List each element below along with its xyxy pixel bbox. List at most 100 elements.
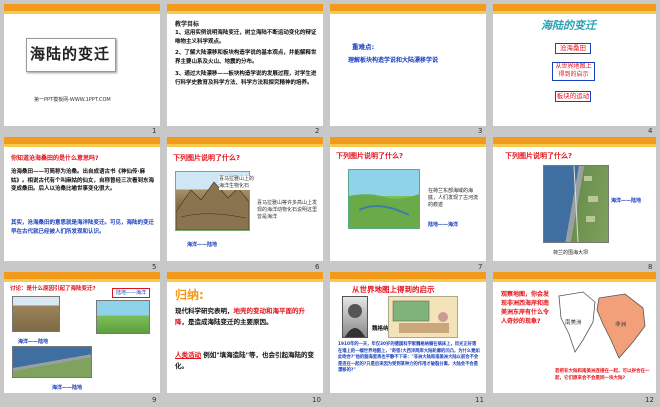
objective-3: 3、通过大陆漂移——板块构造学说的发展过程，对学生进行科学史教育及科学方法、科学… <box>175 71 317 86</box>
dam-road-icon <box>573 165 598 243</box>
slide-top-stripe <box>167 11 323 14</box>
slide-7[interactable]: 下列图片说明了什么? 在荷兰东部海域的海底，人们发现了古河流的痕迹 陆地——海洋 <box>330 137 486 261</box>
slide-top-bar <box>493 272 656 279</box>
label-a: 海洋——陆地 <box>18 339 49 345</box>
slide-number: 9 <box>152 396 157 404</box>
bed-scene-icon <box>392 300 449 333</box>
conclusion-text: 其实，沧海桑田的意思就是海洋陆变迁。可见，海陆的变迁早在古代就已经被人们所发现和… <box>11 220 155 235</box>
slide-8[interactable]: 下列图片说明了什么? 海洋——陆地 荷兰的围海大坝 <box>493 137 656 261</box>
slide-top-stripe <box>4 11 160 14</box>
person-icon <box>345 304 365 337</box>
slide-3[interactable]: 重难点: 理解板块构造学说和大陆漂移学说 <box>330 4 486 126</box>
slide-top-stripe <box>167 144 323 147</box>
slide-top-stripe <box>167 279 323 282</box>
slide-number: 10 <box>312 396 321 404</box>
slide-top-bar <box>167 137 323 144</box>
objectives-heading: 教学目标 <box>175 21 200 28</box>
slide-top-stripe <box>330 11 486 14</box>
slide-top-stripe <box>493 279 656 282</box>
slide-top-stripe <box>4 279 160 282</box>
wegener-portrait <box>342 296 368 338</box>
slide-12[interactable]: 观察地图，你会发现非洲西海岸和南美洲东岸有什么令人奇妙的现象? 南美洲 非洲 若… <box>493 272 656 393</box>
dam-image <box>543 165 609 243</box>
slide-top-bar <box>4 4 160 11</box>
slide-top-bar <box>330 272 486 279</box>
slide-top-stripe <box>493 11 656 14</box>
dam-thumb <box>12 346 92 378</box>
summary-part-1: 现代科学研究表明， <box>175 307 234 315</box>
objective-2: 2、了解大陆漂移和板块构造学说的基本观点，并能解释世界主要山系及火山、地震的分布… <box>175 50 317 65</box>
dam-caption: 荷兰的围海大坝 <box>553 250 589 256</box>
question-text: 下列图片说明了什么? <box>505 152 573 160</box>
slide-4[interactable]: 海陆的变迁 沧海桑田 从世界地图上得到的启示 板块的运动 <box>493 4 656 126</box>
slide-10[interactable]: 归纳: 现代科学研究表明，地壳的变动和海平面的升降，是造成海陆变迁的主要原因。 … <box>167 272 323 393</box>
slide-title: 海陆的变迁 <box>29 45 110 63</box>
story-text: 1910年的一天，年仅30岁的德国科学家魏格纳躺在病床上，目光正好落在墙上的一幅… <box>338 342 480 373</box>
slide-top-bar <box>167 4 323 11</box>
slide-top-bar <box>493 4 656 11</box>
coast-thumb <box>96 300 150 334</box>
slide-top-stripe <box>330 144 486 147</box>
coast-image <box>348 169 420 229</box>
question-text: 下列图片说明了什么? <box>336 152 404 160</box>
slide-top-bar <box>330 137 486 144</box>
south-america-label: 南美洲 <box>565 319 582 326</box>
fossil-note: 喜马拉雅山等许多高山上发现的海洋动物化石说明这里曾是海洋 <box>257 200 318 220</box>
slide-number: 5 <box>152 263 157 271</box>
label-box-a: 陆地——海洋 <box>112 288 150 298</box>
change-label: 海洋——陆地 <box>611 198 642 204</box>
outline-item-3[interactable]: 板块的运动 <box>555 91 591 102</box>
slide-11[interactable]: 从世界地图上得到的启示 魏格纳 1910年的一天，年仅30岁的德国科学家魏格纳躺… <box>330 272 486 393</box>
slide-number: 7 <box>478 263 483 271</box>
slide-number: 3 <box>478 127 483 135</box>
slide-number: 12 <box>645 396 654 404</box>
slide-number: 8 <box>648 263 653 271</box>
slide-number: 4 <box>648 127 653 135</box>
slide-5[interactable]: 你知道沧海桑田的是什么意思吗? 沧海桑田——可简称为沧桑。出自成语古书《神仙传·… <box>4 137 160 261</box>
slide-1[interactable]: 海陆的变迁 第一PPT模板网-WWW.1PPT.COM <box>4 4 160 126</box>
label-c: 海洋——陆地 <box>52 385 83 391</box>
slide-top-stripe <box>493 144 656 147</box>
slide-number: 11 <box>475 396 484 404</box>
change-label: 海洋——陆地 <box>187 242 218 248</box>
slide-top-stripe <box>4 144 160 147</box>
person-name: 魏格纳 <box>372 325 389 332</box>
summary-part-2: ，是造成海陆变迁的主要原因。 <box>181 318 273 326</box>
slide-number: 6 <box>315 263 320 271</box>
slide-top-bar <box>4 272 160 279</box>
key-points-text: 理解板块构造学说和大陆漂移学说 <box>348 57 439 64</box>
slide-number: 2 <box>315 127 320 135</box>
outline-item-2[interactable]: 从世界地图上得到的启示 <box>552 62 595 81</box>
summary-human: 人类活动 例如"填海造陆"等，也会引起海陆的变化。 <box>175 350 317 372</box>
slide-number: 1 <box>152 127 157 135</box>
slide-top-bar <box>493 137 656 144</box>
key-points-label: 重难点: <box>352 43 375 51</box>
mountain-thumb <box>12 296 60 332</box>
question-text: 下列图片说明了什么? <box>173 154 241 162</box>
slide-top-bar <box>330 4 486 11</box>
summary-heading: 归纳: <box>175 288 204 302</box>
slide-2[interactable]: 教学目标 1、运用实例说明海陆变迁，树立海陆不断运动变化的辩证唯物主义科学观点。… <box>167 4 323 126</box>
slide-footer: 第一PPT模板网-WWW.1PPT.COM <box>34 97 111 103</box>
slide-9[interactable]: 讨论：是什么原因引起了海陆变迁? 陆地——海洋 海洋——陆地 海洋——陆地 <box>4 272 160 393</box>
explanation-text: 沧海桑田——可简称为沧桑。出自成语古书《神仙传·麻姑》。相说古代有个叫麻姑的仙女… <box>11 169 155 192</box>
slide-6[interactable]: 下列图片说明了什么? 喜马拉雅山上的海洋生物化石 喜马拉雅山等许多高山上发现的海… <box>167 137 323 261</box>
africa-label: 非洲 <box>615 321 627 328</box>
outline-title: 海陆的变迁 <box>541 19 596 32</box>
observe-question: 观察地图，你会发现非洲西海岸和南美洲东岸有什么令人奇妙的现象? <box>501 291 550 325</box>
human-activity-label: 人类活动 <box>175 351 201 359</box>
slide-top-bar <box>167 272 323 279</box>
outline-item-1[interactable]: 沧海桑田 <box>555 43 591 54</box>
summary-body: 现代科学研究表明，地壳的变动和海平面的升降，是造成海陆变迁的主要原因。 <box>175 306 317 328</box>
slide-top-bar <box>4 137 160 144</box>
bottom-question: 若把非大陆和南美洲连接在一起，可以拼合在一起，它们原来会不会是同一块大陆? <box>555 369 650 381</box>
slide-top-stripe <box>330 279 486 282</box>
discussion-question: 讨论：是什么原因引起了海陆变迁? <box>10 286 96 292</box>
coast-caption: 在荷兰东部海域的海底，人们发现了古河流的痕迹 <box>428 188 479 208</box>
change-label: 陆地——海洋 <box>428 222 459 228</box>
objective-1: 1、运用实例说明海陆变迁，树立海陆不断运动变化的辩证唯物主义科学观点。 <box>175 30 317 45</box>
fossil-caption: 喜马拉雅山上的海洋生物化石 <box>219 176 257 190</box>
landscape-icon <box>349 194 419 228</box>
question-text: 你知道沧海桑田的是什么意思吗? <box>11 155 99 162</box>
slide-title: 从世界地图上得到的启示 <box>352 285 435 294</box>
